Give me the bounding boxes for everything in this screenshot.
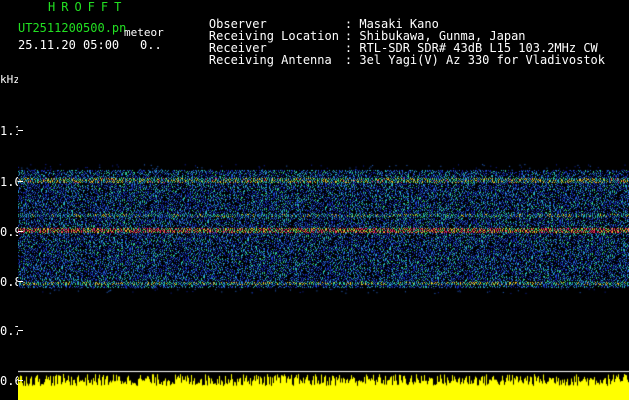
- file-datetime: 25.11.20 05:00: [18, 38, 120, 52]
- antenna-row: Receiving Antenna: 3el Yagi(V) Az 330 fo…: [180, 41, 605, 79]
- spectrogram-canvas: [18, 75, 629, 400]
- antenna-value: 3el Yagi(V) Az 330 for Vladivostok: [359, 52, 605, 67]
- file-value: 0..: [140, 38, 162, 52]
- hrofft-window: HROFFT UT2511200500.pn meteor 25.11.20 0…: [0, 0, 629, 400]
- y-tick: [18, 231, 23, 232]
- y-unit-label: kHz: [0, 73, 20, 86]
- app-title: HROFFT: [48, 0, 128, 14]
- y-tick: [18, 380, 23, 381]
- y-tick: [18, 181, 23, 182]
- antenna-sep: :: [344, 52, 360, 67]
- file-name[interactable]: UT2511200500.pn: [18, 22, 126, 35]
- y-tick: [18, 281, 23, 282]
- y-tick: [18, 330, 23, 331]
- antenna-label: Receiving Antenna: [208, 52, 332, 67]
- y-tick: [18, 130, 23, 131]
